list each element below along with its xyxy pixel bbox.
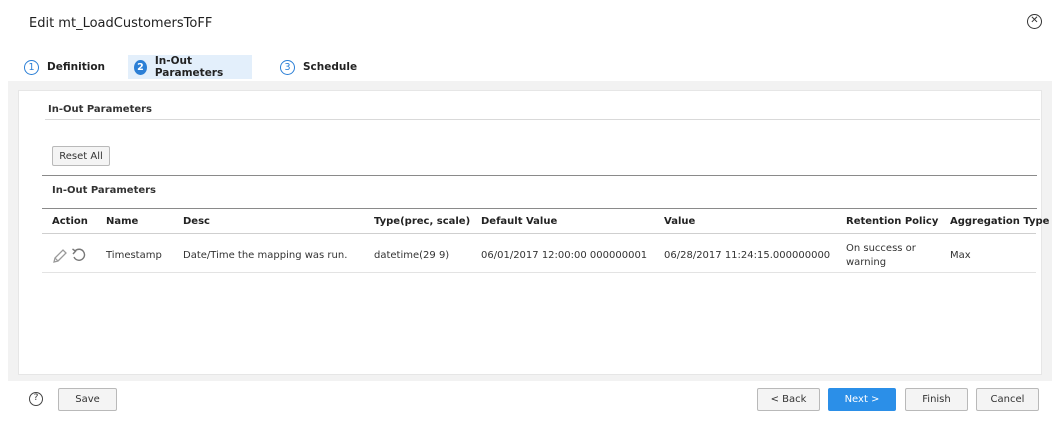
step-label: Schedule xyxy=(303,61,358,73)
table-top-divider xyxy=(42,175,1037,176)
step-number: 3 xyxy=(280,59,295,75)
edit-pencil-icon[interactable] xyxy=(52,248,68,264)
step-schedule[interactable]: 3 Schedule xyxy=(274,55,364,79)
column-header-desc[interactable]: Desc xyxy=(183,216,210,227)
step-number: 1 xyxy=(24,59,39,75)
column-header-default-value[interactable]: Default Value xyxy=(481,216,557,227)
step-label: In-Out Parameters xyxy=(154,55,224,79)
save-button[interactable]: Save xyxy=(58,388,117,411)
column-header-action[interactable]: Action xyxy=(52,216,88,227)
column-header-name[interactable]: Name xyxy=(106,216,138,227)
cancel-button[interactable]: Cancel xyxy=(976,388,1039,411)
reset-undo-icon[interactable] xyxy=(71,247,87,263)
section-title: In-Out Parameters xyxy=(48,104,153,115)
step-in-out-parameters[interactable]: 2 In-Out Parameters xyxy=(128,55,252,79)
column-header-value[interactable]: Value xyxy=(664,216,695,227)
cell-default-value: 06/01/2017 12:00:00 000000001 xyxy=(481,250,648,261)
step-definition[interactable]: 1 Definition xyxy=(18,55,114,79)
cell-desc: Date/Time the mapping was run. xyxy=(183,250,348,261)
table-header-divider xyxy=(42,208,1037,209)
column-header-retention-policy[interactable]: Retention Policy xyxy=(846,216,938,227)
header-row-divider xyxy=(42,233,1036,234)
next-button[interactable]: Next > xyxy=(828,388,896,411)
dialog-title: Edit mt_LoadCustomersToFF xyxy=(29,16,213,31)
cell-name: Timestamp xyxy=(106,250,162,261)
step-number: 2 xyxy=(134,59,147,75)
close-icon[interactable]: ✕ xyxy=(1027,14,1042,29)
finish-button[interactable]: Finish xyxy=(905,388,968,411)
back-button[interactable]: < Back xyxy=(757,388,820,411)
column-header-type[interactable]: Type(prec, scale) xyxy=(374,216,470,227)
cell-type: datetime(29 9) xyxy=(374,250,450,261)
cell-retention-policy: On success or warning xyxy=(846,243,916,268)
section-divider xyxy=(45,119,1040,120)
reset-all-button[interactable]: Reset All xyxy=(52,146,110,166)
cell-value: 06/28/2017 11:24:15.000000000 xyxy=(664,250,831,261)
cell-aggregation-type: Max xyxy=(950,250,971,261)
help-icon[interactable]: ? xyxy=(29,392,43,406)
table-title: In-Out Parameters xyxy=(52,185,157,196)
step-label: Definition xyxy=(47,61,106,73)
column-header-aggregation-type[interactable]: Aggregation Type xyxy=(950,216,1049,227)
row-divider xyxy=(42,272,1036,273)
